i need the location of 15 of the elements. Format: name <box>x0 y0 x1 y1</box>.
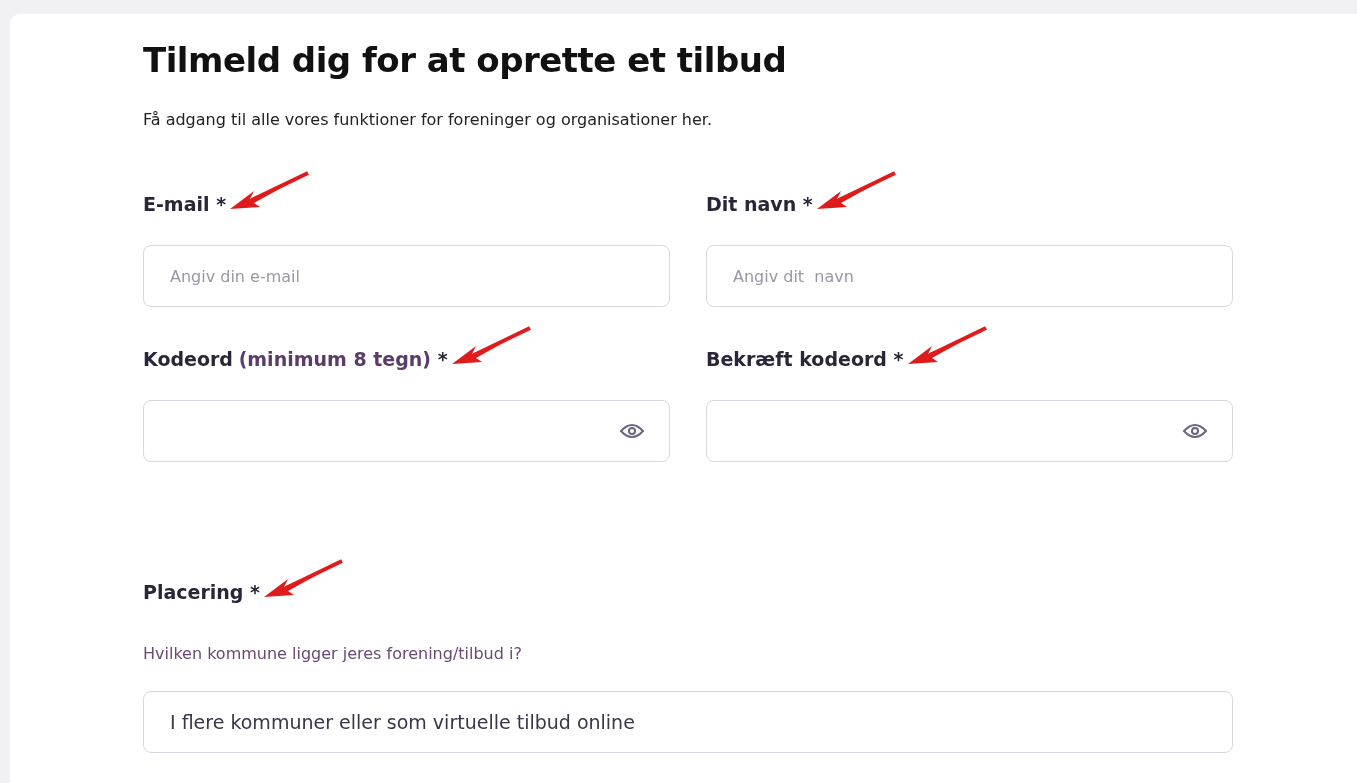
password-field[interactable] <box>706 400 1233 462</box>
field-label: Bekræft kodeord * <box>706 348 904 372</box>
input-field[interactable]: Angiv dit navn <box>706 245 1233 307</box>
page-subtitle: Få adgang til alle vores funktioner for foreninger og organisationer her. <box>143 110 713 129</box>
field-label: Kodeord (minimum 8 tegn) * <box>143 348 448 372</box>
input-field[interactable]: Angiv din e-mail <box>143 245 670 307</box>
field-label: E-mail * <box>143 193 227 217</box>
field-hint: Hvilken kommune ligger jeres forening/tilbud i? <box>143 644 523 663</box>
eye-icon[interactable] <box>619 422 645 440</box>
field-label: Dit navn * <box>706 193 813 217</box>
field-label: Placering * <box>143 581 260 605</box>
location-field[interactable]: I flere kommuner eller som virtuelle tilbud online <box>143 691 1233 753</box>
password-field[interactable] <box>143 400 670 462</box>
eye-icon[interactable] <box>1182 422 1208 440</box>
page-title: Tilmeld dig for at oprette et tilbud <box>143 40 788 80</box>
